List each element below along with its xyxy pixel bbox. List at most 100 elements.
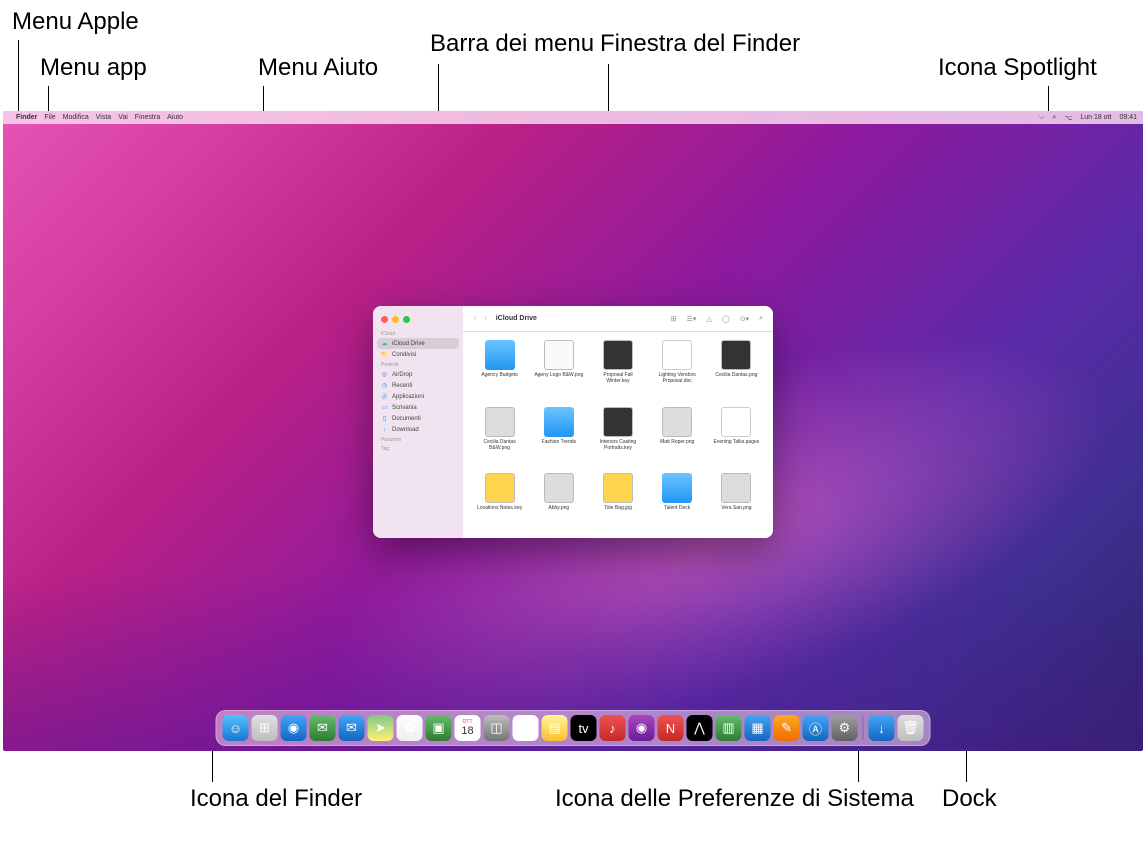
file-name: Lighting Vendors Proposal.doc [652,372,702,384]
dock-podcasts-icon[interactable]: ◉ [629,715,655,741]
finder-window-title: iCloud Drive [496,315,537,322]
file-item[interactable]: Talent Deck [649,473,706,530]
file-name: Talent Deck [664,505,690,511]
dock-reminders-icon[interactable]: ☑ [513,715,539,741]
sidebar-applicazioni[interactable]: ⒶApplicazioni [373,391,463,402]
dock-notes-icon[interactable]: ▤ [542,715,568,741]
file-name: Locations Notes.key [477,505,522,511]
finder-sidebar: iCloud ☁iCloud Drive 📁Condivisi Preferit… [373,306,463,538]
control-center-icon[interactable]: ⌥ [1064,114,1072,122]
apps-icon: Ⓐ [381,393,388,400]
spotlight-icon[interactable]: ⌕ [1052,114,1056,122]
dock: ☺ ⊞ ◉ ✉ ✉ ➤ ✿ ▣ OTT18 ◫ ☑ ▤ tv ♪ ◉ N ⋀ ▥… [216,710,931,746]
sidebar-recenti[interactable]: ◷Recenti [373,380,463,391]
documents-icon: ▯ [381,415,388,422]
share-icon[interactable]: △ [704,315,713,323]
file-item[interactable]: Tote Bag.jpg [589,473,646,530]
dock-stocks-icon[interactable]: ⋀ [687,715,713,741]
file-item[interactable]: Evening Talks.pages [708,407,765,470]
sidebar-download[interactable]: ↓Download [373,424,463,435]
dock-safari-icon[interactable]: ◉ [281,715,307,741]
dock-pages-icon[interactable]: ✎ [774,715,800,741]
dock-finder-icon[interactable]: ☺ [223,715,249,741]
dock-launchpad-icon[interactable]: ⊞ [252,715,278,741]
desktop-icon: ▭ [381,404,388,411]
dock-trash-icon[interactable]: 🗑 [898,715,924,741]
finder-window: iCloud ☁iCloud Drive 📁Condivisi Preferit… [373,306,773,538]
desktop-area[interactable]: Finder File Modifica Vista Vai Finestra … [3,111,1143,751]
file-item[interactable]: Vera San.png [708,473,765,530]
shared-folder-icon: 📁 [381,351,388,358]
menubar-date[interactable]: Lun 18 ott [1080,114,1111,121]
menubar-vai[interactable]: Vai [118,114,128,121]
file-item[interactable]: Interiors Casting Portraits.key [589,407,646,470]
file-name: Matt Roper.png [660,439,694,445]
dock-appstore-icon[interactable]: Ⓐ [803,715,829,741]
view-options-icon[interactable]: ☰▾ [685,315,699,323]
window-maximize-button[interactable] [403,316,410,323]
callout-menu-bar: Barra dei menu [430,30,594,58]
callout-dock: Dock [942,785,997,813]
search-icon[interactable]: ⌕ [757,315,765,323]
dock-calendar-icon[interactable]: OTT18 [455,715,481,741]
file-item[interactable]: Ageny Logo B&W.png [530,340,587,403]
file-item[interactable]: Lighting Vendors Proposal.doc [649,340,706,403]
dock-news-icon[interactable]: N [658,715,684,741]
dock-contacts-icon[interactable]: ◫ [484,715,510,741]
dock-mail-icon[interactable]: ✉ [339,715,365,741]
menubar-modifica[interactable]: Modifica [63,114,89,121]
sidebar-section-posizioni: Posizioni [373,435,463,444]
file-icon [662,473,692,503]
tags-icon[interactable]: ◯ [720,315,732,323]
menubar-aiuto[interactable]: Aiuto [167,114,183,121]
nav-back-button[interactable]: ‹ [471,315,479,322]
actions-icon[interactable]: ⊙▾ [738,315,751,323]
file-item[interactable]: Cecilia Dantas.png [708,340,765,403]
airdrop-icon: ◎ [381,371,388,378]
dock-photos-icon[interactable]: ✿ [397,715,423,741]
file-item[interactable]: Agency Budgets [471,340,528,403]
menubar-file[interactable]: File [44,114,55,121]
file-item[interactable]: Proposal Fall Winter.key [589,340,646,403]
file-item[interactable]: Locations Notes.key [471,473,528,530]
callout-finder-icon: Icona del Finder [190,785,362,813]
file-item[interactable]: Matt Roper.png [649,407,706,470]
file-name: Proposal Fall Winter.key [593,372,643,384]
dock-keynote-icon[interactable]: ▦ [745,715,771,741]
dock-tv-icon[interactable]: tv [571,715,597,741]
file-item[interactable]: Cecilia Dantas B&W.png [471,407,528,470]
window-close-button[interactable] [381,316,388,323]
dock-system-preferences-icon[interactable]: ⚙ [832,715,858,741]
nav-forward-button[interactable]: › [481,315,489,322]
dock-downloads-icon[interactable]: ↓ [869,715,895,741]
dock-facetime-icon[interactable]: ▣ [426,715,452,741]
file-icon [721,340,751,370]
sidebar-condivisi[interactable]: 📁Condivisi [373,349,463,360]
file-icon [662,407,692,437]
dock-messages-icon[interactable]: ✉ [310,715,336,741]
dock-numbers-icon[interactable]: ▥ [716,715,742,741]
view-grid-icon[interactable]: ⊞ [669,315,679,323]
wifi-icon[interactable]: ⌵ [1039,114,1044,122]
menubar-time[interactable]: 09:41 [1119,114,1137,121]
finder-content-area[interactable]: Agency BudgetsAgeny Logo B&W.png Proposal… [463,332,773,538]
menubar-finestra[interactable]: Finestra [135,114,160,121]
file-name: Fashion Trends [542,439,576,445]
menubar-vista[interactable]: Vista [96,114,111,121]
file-icon [603,407,633,437]
file-item[interactable]: Fashion Trends [530,407,587,470]
menubar-app-name[interactable]: Finder [16,114,37,121]
file-name: Cecilia Dantas.png [715,372,757,378]
clock-icon: ◷ [381,382,388,389]
file-icon [485,473,515,503]
sidebar-airdrop[interactable]: ◎AirDrop [373,369,463,380]
dock-maps-icon[interactable]: ➤ [368,715,394,741]
sidebar-documenti[interactable]: ▯Documenti [373,413,463,424]
sidebar-icloud-drive[interactable]: ☁iCloud Drive [377,338,459,349]
callout-prefs-icon: Icona delle Preferenze di Sistema [555,785,914,813]
file-name: Tote Bag.jpg [604,505,632,511]
dock-music-icon[interactable]: ♪ [600,715,626,741]
sidebar-scrivania[interactable]: ▭Scrivania [373,402,463,413]
file-item[interactable]: Abby.png [530,473,587,530]
window-minimize-button[interactable] [392,316,399,323]
